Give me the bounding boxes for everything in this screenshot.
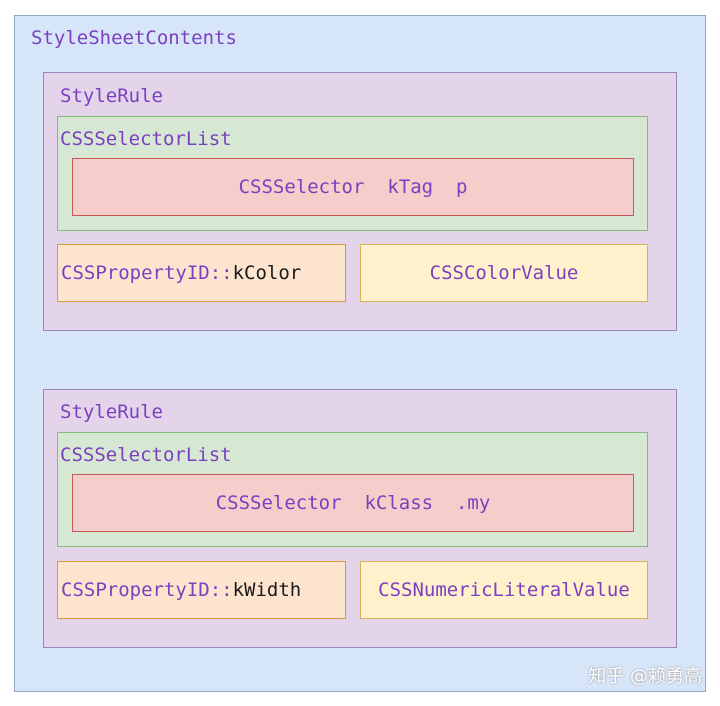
css-selector-2-kind: kClass bbox=[364, 492, 434, 514]
property-id-1: CSSPropertyID::kColor bbox=[57, 244, 346, 302]
css-selector-2-name: CSSSelector bbox=[215, 492, 342, 514]
css-selector-1: CSSSelector kTag p bbox=[72, 158, 634, 216]
watermark: 知乎 @赖勇高 bbox=[588, 666, 702, 687]
property-id-2-prefix: CSSPropertyID:: bbox=[61, 579, 233, 601]
property-id-1-prefix: CSSPropertyID:: bbox=[61, 262, 233, 284]
value-type-1: CSSColorValue bbox=[360, 244, 648, 302]
css-selector-2-value: .my bbox=[455, 492, 491, 514]
property-id-2: CSSPropertyID::kWidth bbox=[57, 561, 346, 619]
property-id-1-id: kColor bbox=[232, 262, 302, 284]
value-type-2: CSSNumericLiteralValue bbox=[360, 561, 648, 619]
css-selector-1-value: p bbox=[455, 176, 468, 198]
css-selector-1-name: CSSSelector bbox=[238, 176, 365, 198]
style-rule-1-label: StyleRule bbox=[60, 85, 163, 107]
css-selector-2: CSSSelector kClass .my bbox=[72, 474, 634, 532]
selector-list-1-label: CSSSelectorList bbox=[60, 128, 232, 150]
css-selector-1-kind: kTag bbox=[387, 176, 434, 198]
stylesheet-contents-label: StyleSheetContents bbox=[31, 27, 237, 49]
property-id-2-id: kWidth bbox=[232, 579, 302, 601]
style-rule-2-label: StyleRule bbox=[60, 401, 163, 423]
selector-list-2-label: CSSSelectorList bbox=[60, 444, 232, 466]
